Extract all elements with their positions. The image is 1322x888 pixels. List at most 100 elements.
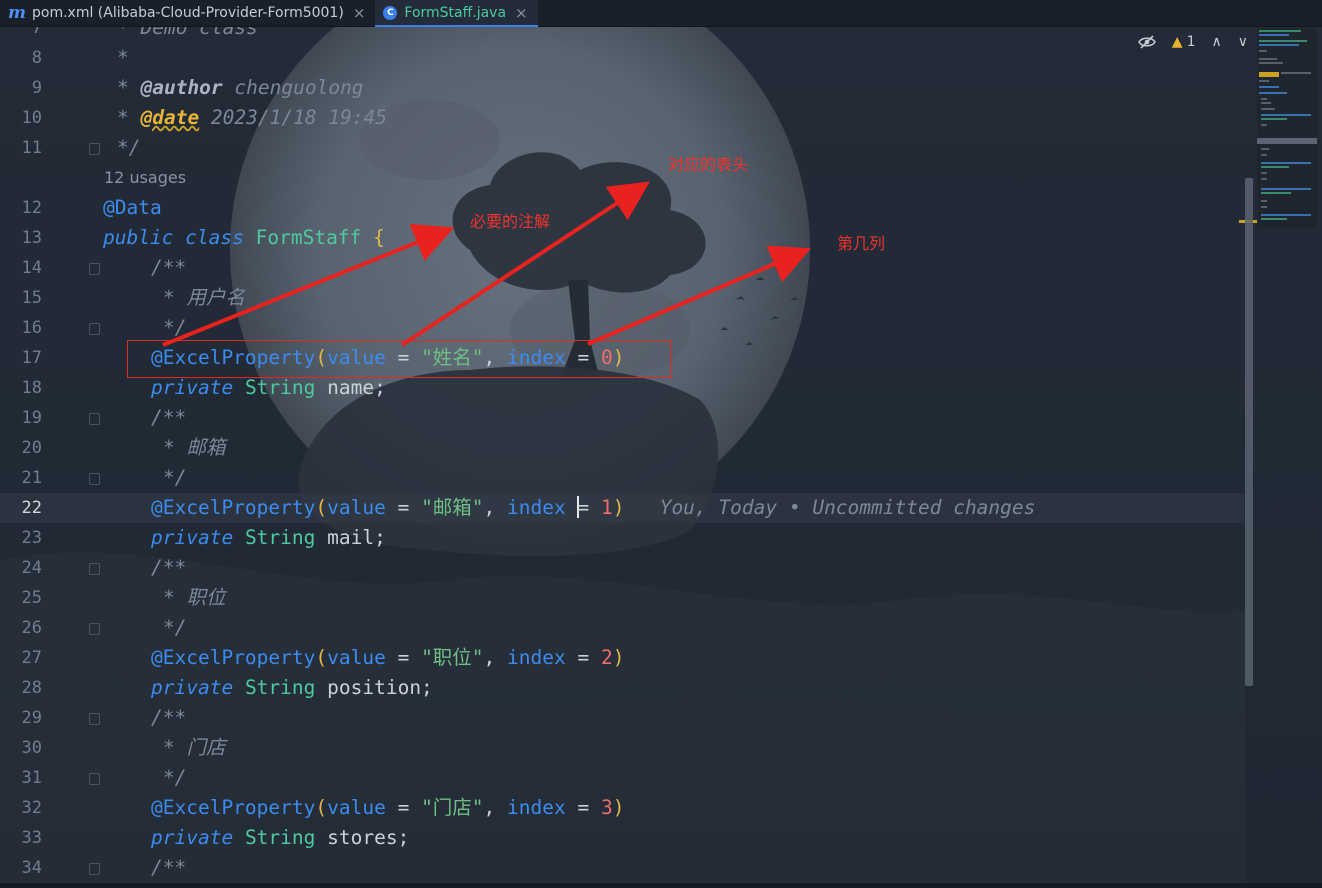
param-name: index: [507, 796, 566, 819]
code-line-31: */: [163, 763, 186, 793]
line-number: 29: [21, 708, 42, 728]
tab-label: FormStaff.java: [404, 5, 507, 21]
line-number: 31: [21, 768, 42, 788]
paren: (: [315, 796, 328, 819]
code-line-33: private String stores;: [151, 823, 409, 853]
param-name: index: [507, 496, 566, 519]
line-number: 12: [21, 198, 42, 218]
fold-marker-icon[interactable]: [89, 863, 100, 875]
doc-comment: */: [163, 316, 187, 339]
eye-slash-icon[interactable]: [1137, 35, 1156, 49]
maven-m-icon: m: [8, 3, 26, 23]
line-number: 17: [21, 348, 42, 368]
doc-comment: *: [117, 46, 129, 69]
annotation: @ExcelProperty: [151, 796, 316, 819]
ide-window: m pom.xml (Alibaba-Cloud-Provider-Form50…: [0, 0, 1322, 888]
doc-comment: /**: [151, 556, 187, 579]
number-literal: 2: [600, 646, 613, 669]
vertical-scrollbar[interactable]: [1245, 178, 1253, 686]
note-required-annotation: 必要的注解: [470, 212, 551, 231]
param-name: index: [507, 646, 566, 669]
line-number: 34: [21, 858, 42, 878]
fold-marker-icon[interactable]: [89, 773, 100, 785]
paren: (: [315, 496, 328, 519]
fold-marker-icon[interactable]: [89, 713, 100, 725]
doc-comment: */: [163, 616, 187, 639]
code-line-21: */: [163, 463, 186, 493]
fold-marker-icon[interactable]: [89, 143, 100, 155]
number-literal: 1: [600, 496, 613, 519]
paren: (: [315, 646, 328, 669]
doc-tag: @author: [140, 76, 223, 99]
operator: =: [577, 496, 601, 519]
usages-link[interactable]: 12 usages: [104, 163, 186, 193]
fold-marker-icon[interactable]: [89, 323, 100, 335]
code-line-34: /**: [151, 853, 186, 883]
doc-comment: /**: [151, 856, 187, 879]
horizontal-scrollbar[interactable]: [0, 883, 1322, 888]
warning-counter[interactable]: ▲ 1: [1172, 34, 1196, 50]
doc-comment: * 职位: [163, 586, 226, 609]
param-name: value: [327, 496, 386, 519]
paren: ): [612, 646, 625, 669]
minimap[interactable]: [1257, 28, 1317, 228]
line-number: 26: [21, 618, 42, 638]
operator: ,: [483, 796, 508, 819]
param-name: value: [327, 646, 386, 669]
code-line-14: /**: [151, 253, 186, 283]
doc-comment: */: [163, 766, 187, 789]
fold-marker-icon[interactable]: [89, 413, 100, 425]
code-line-32: @ExcelProperty(value = "门店", index = 3): [151, 793, 624, 823]
operator: ,: [483, 496, 508, 519]
line-number: 10: [21, 108, 42, 128]
doc-comment: 2023/1/18 19:45: [199, 106, 388, 129]
tab-pom-xml[interactable]: m pom.xml (Alibaba-Cloud-Provider-Form50…: [0, 0, 375, 26]
paren: ): [612, 796, 625, 819]
fold-marker-icon[interactable]: [89, 473, 100, 485]
annotation: @ExcelProperty: [151, 646, 316, 669]
line-number-current: 22: [21, 498, 42, 518]
fold-marker-icon[interactable]: [89, 263, 100, 275]
next-highlight-icon[interactable]: ∨: [1238, 34, 1248, 50]
line-number: 19: [21, 408, 42, 428]
line-number: 9: [31, 78, 42, 98]
code-line-19: /**: [151, 403, 186, 433]
tab-label: pom.xml (Alibaba-Cloud-Provider-Form5001…: [32, 5, 344, 21]
param-name: value: [327, 796, 386, 819]
code-line-24: /**: [151, 553, 186, 583]
code-line-20: * 邮箱: [163, 433, 225, 463]
doc-comment: chenguolong: [222, 76, 364, 99]
inline-blame[interactable]: You, Today • Uncommitted changes: [660, 496, 1036, 519]
doc-comment: /**: [151, 256, 187, 279]
doc-comment: /**: [151, 406, 187, 429]
fold-marker-icon[interactable]: [89, 623, 100, 635]
field-name: stores;: [327, 826, 410, 849]
operator: =: [385, 496, 422, 519]
code-line-25: * 职位: [163, 583, 225, 613]
fold-marker-icon[interactable]: [89, 563, 100, 575]
doc-comment: * 门店: [163, 736, 226, 759]
java-class-icon: C: [383, 6, 398, 20]
doc-comment: /**: [151, 706, 187, 729]
operator: =: [385, 646, 422, 669]
code-line-11: */: [117, 133, 140, 163]
line-number: 24: [21, 558, 42, 578]
line-number: 23: [21, 528, 42, 548]
line-number: 28: [21, 678, 42, 698]
line-number: 16: [21, 318, 42, 338]
doc-comment: */: [117, 136, 141, 159]
line-number: 21: [21, 468, 42, 488]
close-icon[interactable]: ×: [515, 4, 528, 22]
doc-comment: * 用户名: [163, 286, 245, 309]
operator: =: [565, 796, 601, 819]
type-name: String: [244, 526, 316, 549]
previous-highlight-icon[interactable]: ∧: [1212, 34, 1222, 50]
note-header: 对应的表头: [668, 155, 749, 174]
close-icon[interactable]: ×: [353, 4, 366, 22]
field-name: mail;: [327, 526, 386, 549]
doc-comment: *: [117, 76, 141, 99]
type-name: String: [244, 826, 316, 849]
tab-formstaff-java[interactable]: C FormStaff.java ×: [375, 0, 538, 27]
operator: ,: [483, 646, 508, 669]
keyword: public class: [103, 226, 244, 249]
